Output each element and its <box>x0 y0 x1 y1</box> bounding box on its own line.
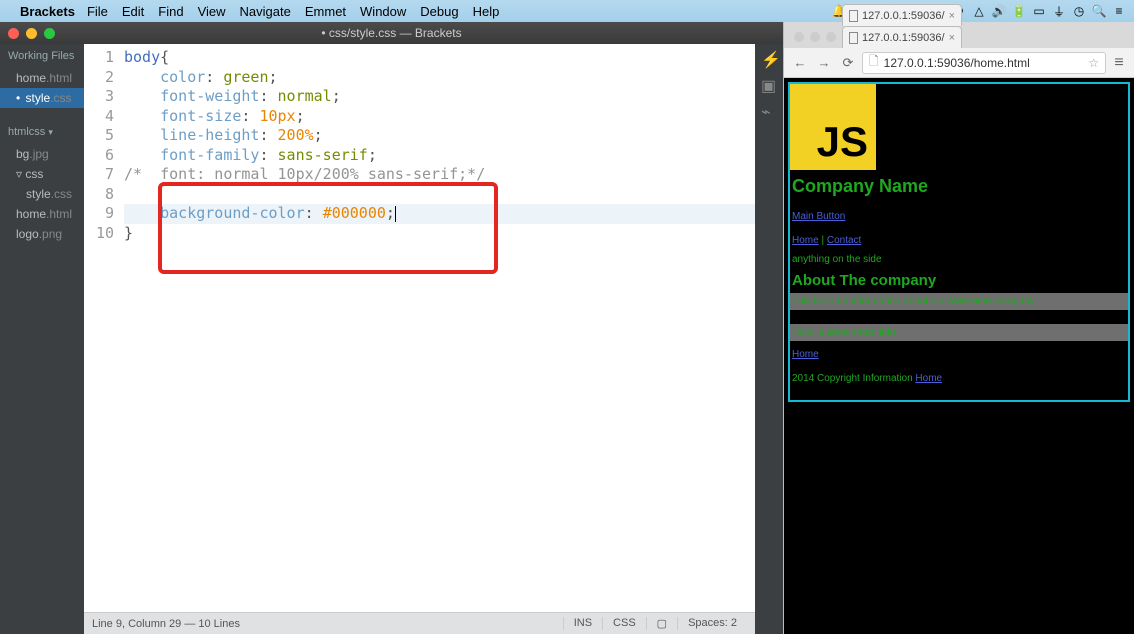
code[interactable]: body{ color: green; font-weight: normal;… <box>124 48 755 612</box>
browser-tab[interactable]: 127.0.0.1:59036/ × <box>842 4 962 26</box>
tree-item-logo[interactable]: logo.png <box>0 224 84 244</box>
sidebar: Working Files home.html• style.css htmlc… <box>0 44 84 634</box>
menu-edit[interactable]: Edit <box>122 4 144 19</box>
chrome-toolbar: ← → ⟳ 🗋 127.0.0.1:59036/home.html ☆ ≡ <box>784 48 1134 78</box>
drive-icon[interactable]: △ <box>972 4 986 18</box>
nav-contact-link[interactable]: Contact <box>827 235 861 246</box>
battery-icon[interactable]: 🔋 <box>1012 4 1026 18</box>
tree-item-style[interactable]: style.css <box>0 184 84 204</box>
company-heading: Company Name <box>790 170 1128 203</box>
main-button-link[interactable]: Main Button <box>792 211 845 222</box>
code-line[interactable]: } <box>124 224 755 244</box>
favicon-icon <box>849 10 858 22</box>
tools-icon[interactable]: ⌁ <box>761 102 777 118</box>
display-icon[interactable]: ▭ <box>1032 4 1046 18</box>
browser-tab[interactable]: 127.0.0.1:59036/ × <box>842 26 962 48</box>
live-preview-icon[interactable]: ⚡ <box>761 50 777 66</box>
chrome-tabstrip: 127.0.0.1:59036/ ×127.0.0.1:59036/ × <box>784 22 1134 48</box>
indent-mode[interactable]: Spaces: 2 <box>677 617 747 630</box>
code-line[interactable]: /* font: normal 10px/200% sans-serif;*/ <box>124 165 755 185</box>
tab-close-icon[interactable]: × <box>949 10 955 22</box>
minimize-icon[interactable] <box>810 32 820 42</box>
working-files-header[interactable]: Working Files <box>0 44 84 68</box>
tab-close-icon[interactable]: × <box>949 32 955 44</box>
copyright-link[interactable]: Home <box>915 373 942 384</box>
menu-debug[interactable]: Debug <box>420 4 458 19</box>
code-line[interactable]: font-size: 10px; <box>124 107 755 127</box>
back-button[interactable]: ← <box>790 53 810 73</box>
statusbar: Line 9, Column 29 — 10 Lines INS CSS ▢ S… <box>84 612 755 634</box>
code-line[interactable]: line-height: 200%; <box>124 126 755 146</box>
list-icon[interactable]: ≡ <box>1112 4 1126 18</box>
zoom-icon[interactable] <box>44 28 55 39</box>
menu-emmet[interactable]: Emmet <box>305 4 346 19</box>
about-info2: Here is some more info <box>790 324 1128 341</box>
code-line[interactable]: body{ <box>124 48 755 68</box>
js-logo: JS <box>790 84 876 170</box>
tree-item-css[interactable]: ▿ css <box>0 164 84 184</box>
gutter: 12345678910 <box>84 48 124 612</box>
minimize-icon[interactable] <box>26 28 37 39</box>
tab-label: 127.0.0.1:59036/ <box>862 10 945 22</box>
code-line[interactable]: color: green; <box>124 68 755 88</box>
close-icon[interactable] <box>794 32 804 42</box>
omnibox[interactable]: 🗋 127.0.0.1:59036/home.html ☆ <box>862 52 1106 74</box>
volume-icon[interactable]: 🔊 <box>992 4 1006 18</box>
spotlight-icon[interactable]: 🔍 <box>1092 4 1106 18</box>
footer-home-link[interactable]: Home <box>792 349 819 360</box>
chrome-menu-icon[interactable]: ≡ <box>1110 54 1128 72</box>
ins-mode[interactable]: INS <box>563 617 602 630</box>
working-file-style[interactable]: • style.css <box>0 88 84 108</box>
project-header[interactable]: htmlcss ▾ <box>0 120 84 144</box>
chrome-window: 127.0.0.1:59036/ ×127.0.0.1:59036/ × ← → ⟳… <box>783 22 1134 634</box>
menu-navigate[interactable]: Navigate <box>240 4 291 19</box>
app-name[interactable]: Brackets <box>20 4 75 19</box>
code-line[interactable]: background-color: #000000; <box>124 204 755 224</box>
about-heading: About The company <box>790 268 1128 293</box>
code-line[interactable]: font-weight: normal; <box>124 87 755 107</box>
page-viewport[interactable]: JS Company Name Main Button Home | Conta… <box>784 78 1134 634</box>
lint-status[interactable]: ▢ <box>646 617 677 630</box>
brackets-titlebar[interactable]: • css/style.css — Brackets <box>0 22 783 44</box>
favicon-icon <box>849 32 858 44</box>
menu-window[interactable]: Window <box>360 4 406 19</box>
forward-button[interactable]: → <box>814 53 834 73</box>
about-info1: This is some information about our Aweso… <box>790 293 1128 310</box>
window-title: • css/style.css — Brackets <box>321 26 461 40</box>
bookmark-icon[interactable]: ☆ <box>1088 56 1099 70</box>
reload-button[interactable]: ⟳ <box>838 53 858 73</box>
page-icon: 🗋 <box>869 52 879 73</box>
lang-mode[interactable]: CSS <box>602 617 646 630</box>
menu-file[interactable]: File <box>87 4 108 19</box>
extension-icon[interactable]: ▣ <box>761 76 777 92</box>
menu-help[interactable]: Help <box>473 4 500 19</box>
copyright-text: 2014 Copyright Information <box>792 373 915 384</box>
clock-icon[interactable]: ◷ <box>1072 4 1086 18</box>
close-icon[interactable] <box>8 28 19 39</box>
side-text: anything on the side <box>790 251 1128 268</box>
right-rail: ⚡ ▣ ⌁ <box>755 44 783 634</box>
wifi-icon[interactable]: ⏚ <box>1052 3 1066 20</box>
menu-view[interactable]: View <box>198 4 226 19</box>
tab-label: 127.0.0.1:59036/ <box>862 32 945 44</box>
code-line[interactable] <box>124 185 755 205</box>
zoom-icon[interactable] <box>826 32 836 42</box>
url-text: 127.0.0.1:59036/home.html <box>884 56 1030 70</box>
menu-find[interactable]: Find <box>158 4 183 19</box>
editor[interactable]: 12345678910 body{ color: green; font-wei… <box>84 44 755 634</box>
working-file-home[interactable]: home.html <box>0 68 84 88</box>
brackets-window: • css/style.css — Brackets Working Files… <box>0 22 783 634</box>
tree-item-bg[interactable]: bg.jpg <box>0 144 84 164</box>
cursor-position: Line 9, Column 29 — 10 Lines <box>92 618 240 630</box>
code-line[interactable]: font-family: sans-serif; <box>124 146 755 166</box>
nav-home-link[interactable]: Home <box>792 235 819 246</box>
tree-item-home[interactable]: home.html <box>0 204 84 224</box>
